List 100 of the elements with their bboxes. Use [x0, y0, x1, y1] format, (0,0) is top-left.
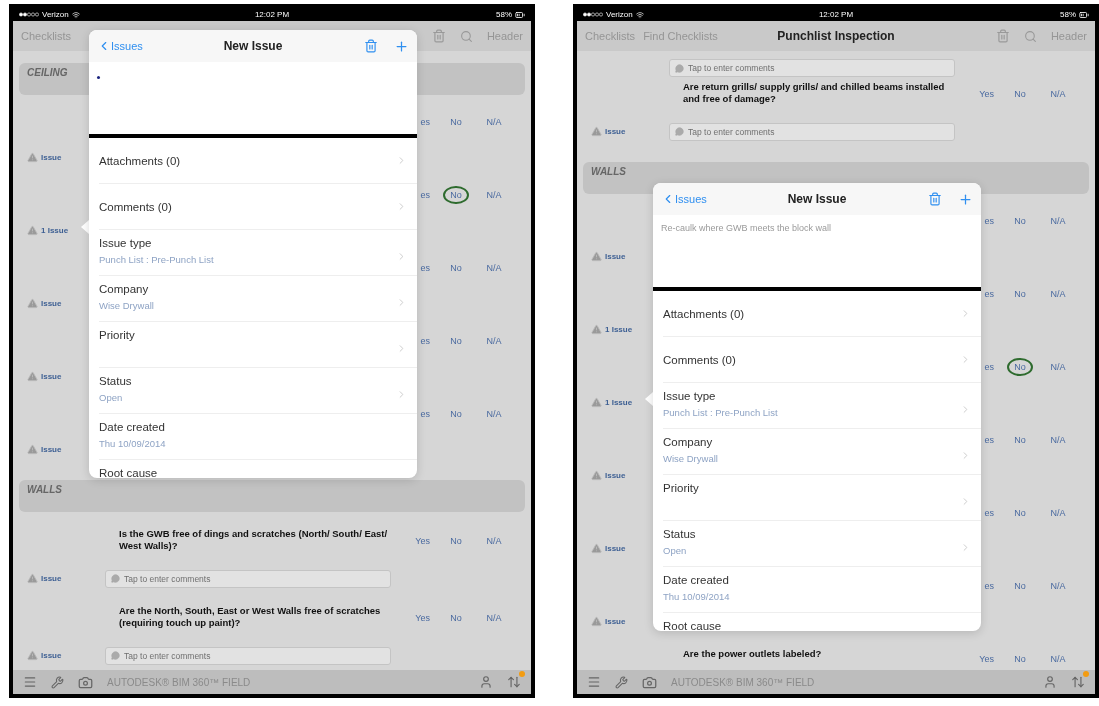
answer-option[interactable]: No — [1007, 431, 1033, 449]
issue-field-row[interactable]: Status Open — [99, 368, 417, 414]
menu-icon[interactable] — [587, 675, 601, 689]
issue-link[interactable]: 1 Issue — [583, 324, 663, 335]
issue-link[interactable]: Issue — [19, 650, 99, 661]
answer-option[interactable]: Yes — [972, 85, 1001, 103]
answer-option[interactable]: No — [1007, 212, 1033, 230]
comment-field[interactable]: Tap to enter comments — [669, 122, 955, 141]
issue-link[interactable]: Issue — [583, 126, 663, 137]
answer-option[interactable]: N/A — [479, 405, 509, 423]
field-label: Company — [99, 283, 150, 295]
issue-field-row[interactable]: Comments (0) — [99, 184, 417, 230]
issue-link[interactable]: Issue — [19, 573, 99, 584]
issue-link[interactable]: Issue — [583, 543, 663, 554]
answer-option[interactable]: es — [413, 113, 437, 131]
answer-option[interactable]: No — [1007, 504, 1033, 522]
trash-icon[interactable] — [995, 29, 1010, 43]
popover-title: New Issue — [787, 192, 847, 206]
answer-option[interactable]: N/A — [479, 259, 509, 277]
issue-field-row[interactable]: Root cause — [99, 460, 417, 478]
issue-link[interactable]: Issue — [19, 371, 99, 382]
answer-option[interactable]: N/A — [1043, 504, 1073, 522]
answer-option[interactable]: No — [443, 532, 469, 550]
issue-field-row[interactable]: Company Wise Drywall — [99, 276, 417, 322]
wrench-icon[interactable] — [615, 675, 628, 689]
issue-link[interactable]: 1 Issue — [583, 397, 663, 408]
answer-option[interactable]: N/A — [1043, 358, 1073, 376]
search-icon[interactable] — [459, 29, 473, 43]
answer-option[interactable]: No — [1007, 85, 1033, 103]
issue-field-row[interactable]: Priority — [663, 475, 981, 521]
issue-field-row[interactable]: Issue type Punch List : Pre-Punch List — [663, 383, 981, 429]
issue-field-row[interactable]: Attachments (0) — [99, 138, 417, 184]
field-label: Priority — [99, 329, 135, 341]
camera-icon[interactable] — [642, 674, 657, 690]
comment-field[interactable]: Tap to enter comments — [105, 646, 391, 665]
user-icon[interactable] — [479, 675, 493, 689]
issue-link[interactable]: Issue — [19, 444, 99, 455]
field-label: Issue type — [663, 390, 717, 402]
camera-icon[interactable] — [78, 674, 93, 690]
trash-icon[interactable] — [431, 29, 446, 43]
issue-link[interactable]: Issue — [19, 298, 99, 309]
menu-icon[interactable] — [23, 675, 37, 689]
issue-field-row[interactable]: Attachments (0) — [663, 291, 981, 337]
answer-option[interactable]: No — [443, 186, 469, 204]
sync-icon[interactable] — [1071, 675, 1085, 689]
answer-option[interactable]: N/A — [1043, 285, 1073, 303]
wrench-icon[interactable] — [51, 675, 64, 689]
answer-option[interactable]: N/A — [1043, 577, 1073, 595]
field-value: Open — [663, 545, 688, 556]
issue-field-row[interactable]: Priority — [99, 322, 417, 368]
add-icon[interactable] — [394, 38, 409, 54]
comment-field[interactable]: Tap to enter comments — [105, 569, 391, 588]
add-icon[interactable] — [958, 191, 973, 207]
answer-option[interactable]: N/A — [479, 609, 509, 627]
field-label: Attachments (0) — [99, 154, 181, 167]
answer-option[interactable]: No — [1007, 285, 1033, 303]
issue-link[interactable]: Issue — [583, 616, 663, 627]
answer-option[interactable]: N/A — [1043, 431, 1073, 449]
field-label: Status — [99, 375, 132, 387]
page-title: Punchlist Inspection — [777, 29, 895, 43]
issue-field-row[interactable]: Root cause — [663, 613, 981, 631]
user-icon[interactable] — [1043, 675, 1057, 689]
answer-option[interactable]: No — [443, 609, 469, 627]
answer-option[interactable]: N/A — [479, 113, 509, 131]
answer-option[interactable]: N/A — [1043, 85, 1073, 103]
trash-icon[interactable] — [364, 38, 378, 53]
field-label: Date created — [99, 421, 166, 433]
issue-link[interactable]: Issue — [583, 470, 663, 481]
field-label: Attachments (0) — [663, 307, 745, 320]
popover-title: New Issue — [223, 39, 283, 53]
answer-option[interactable]: No — [1007, 358, 1033, 376]
answer-option[interactable]: N/A — [479, 332, 509, 350]
answer-option[interactable]: No — [443, 113, 469, 131]
comment-field[interactable]: Tap to enter comments — [669, 59, 955, 77]
answer-option[interactable]: No — [443, 405, 469, 423]
answer-option[interactable]: N/A — [1043, 650, 1073, 668]
answer-option[interactable]: No — [1007, 650, 1033, 668]
trash-icon[interactable] — [928, 191, 942, 206]
search-icon[interactable] — [1023, 29, 1037, 43]
issue-field-row[interactable]: Comments (0) — [663, 337, 981, 383]
issue-field-row[interactable]: Issue type Punch List : Pre-Punch List — [99, 230, 417, 276]
answer-option[interactable]: No — [443, 332, 469, 350]
answer-option[interactable]: Yes — [408, 609, 437, 627]
issue-field-row[interactable]: Status Open — [663, 521, 981, 567]
answer-option[interactable]: Yes — [972, 650, 1001, 668]
back-link[interactable]: Issues — [661, 192, 788, 206]
issue-field-row[interactable]: Date created Thu 10/09/2014 — [663, 567, 981, 613]
issue-link[interactable]: 1 Issue — [19, 225, 99, 236]
field-value: Wise Drywall — [99, 300, 154, 311]
answer-option[interactable]: N/A — [1043, 212, 1073, 230]
issue-link[interactable]: Issue — [19, 152, 99, 163]
answer-option[interactable]: No — [443, 259, 469, 277]
issue-field-row[interactable]: Company Wise Drywall — [663, 429, 981, 475]
answer-option[interactable]: N/A — [479, 532, 509, 550]
issue-field-row[interactable]: Date created Thu 10/09/2014 — [99, 414, 417, 460]
answer-option[interactable]: No — [1007, 577, 1033, 595]
back-link[interactable]: Issues — [97, 39, 224, 53]
answer-option[interactable]: N/A — [479, 186, 509, 204]
answer-option[interactable]: Yes — [408, 532, 437, 550]
sync-icon[interactable] — [507, 675, 521, 689]
